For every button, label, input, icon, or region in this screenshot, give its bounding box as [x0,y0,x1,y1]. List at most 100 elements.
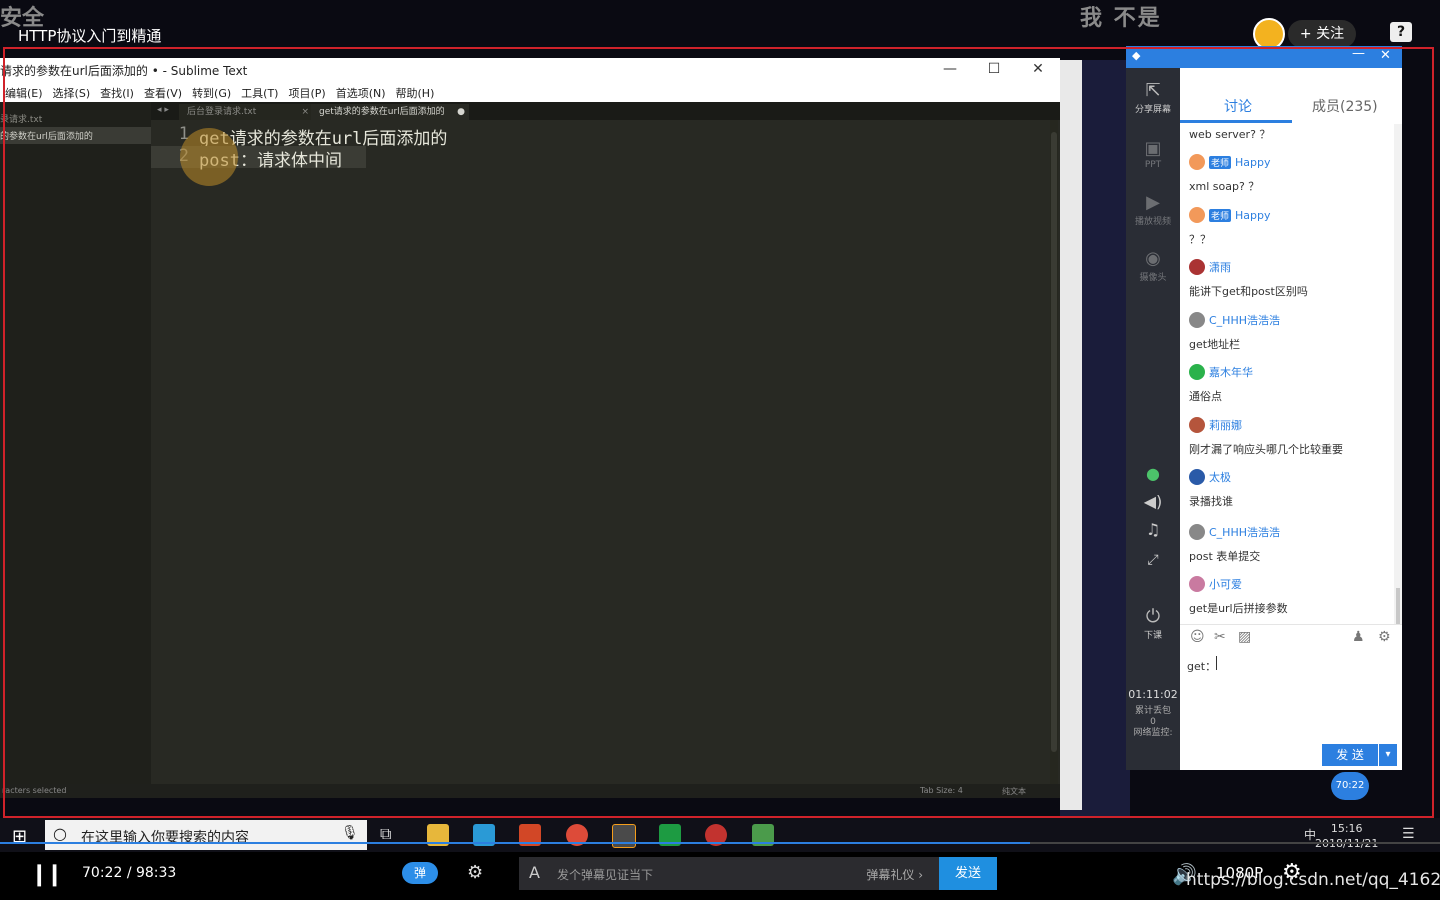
player-controls: ❙❙ 70:22 / 98:33 弹 ⚙ A 发个弹幕见证当下 弹幕礼仪 › 发… [0,852,1440,900]
share-screen-button[interactable]: ⇱ 分享屏幕 [1126,80,1180,115]
user-avatar[interactable] [1189,576,1205,592]
teacher-badge: 老师 [1209,208,1232,222]
user-settings-icon[interactable]: ♟ [1352,629,1365,645]
floating-timer[interactable]: 70:22 [1331,772,1369,800]
microphone-icon[interactable]: 🎙 [341,825,359,841]
tray-clock[interactable]: 15:16 2018/11/21 [1315,821,1378,851]
fullscreen-icon[interactable]: ⤢ [1126,552,1180,568]
tab-get-request[interactable]: get请求的参数在url后面添加的 ● [311,104,469,120]
tab-label: 后台登录请求.txt [187,107,257,117]
camera-button[interactable]: ◉ 摄像头 [1126,248,1180,283]
sublime-icon[interactable] [612,824,636,848]
chat-message: web server? ？ [1189,126,1270,142]
menu-project[interactable]: 项目(P) [283,82,330,102]
menu-goto[interactable]: 转到(G) [187,82,236,102]
user-avatar[interactable] [1189,259,1205,275]
message-user[interactable]: Happy [1235,209,1271,222]
pause-button[interactable]: ❙❙ [30,862,64,887]
chat-message: 小可爱 get是url后拼接参数 [1189,576,1288,616]
message-user[interactable]: Happy [1235,156,1271,169]
sidebar-file-selected[interactable]: 的参数在url后面添加的 [0,127,151,144]
source-watermark: https://blog.csdn.net/qq_41621890 [1186,870,1440,890]
tab-login-request[interactable]: 后台登录请求.txt × [179,104,313,120]
course-title: HTTP协议入门到精通 [18,27,162,45]
editor-scrollbar-thumb[interactable] [1051,132,1057,752]
user-avatar[interactable] [1189,364,1205,380]
message-user[interactable]: 太极 [1209,469,1231,485]
user-avatar[interactable] [1189,417,1205,433]
end-class-button[interactable]: ⏻ 下课 [1126,606,1180,641]
packet-loss-value: 0 [1150,717,1156,727]
menu-help[interactable]: 帮助(H) [391,82,440,102]
classroom-header[interactable]: ◆ ✕ — [1126,46,1402,68]
send-button[interactable]: 发 送 [1322,744,1378,766]
network-monitor-label: 网络监控: [1133,728,1173,738]
user-avatar[interactable] [1189,207,1205,223]
help-icon[interactable]: ? [1390,22,1412,42]
minimize-button[interactable]: — [928,58,972,82]
message-user[interactable]: 嘉木年华 [1209,364,1253,380]
image-icon[interactable]: ▨ [1238,629,1251,645]
message-user[interactable]: 莉丽娜 [1209,417,1242,433]
chat-message: 莉丽娜 刚才漏了响应头哪几个比较重要 [1189,417,1343,457]
scissors-icon[interactable]: ✂ [1214,629,1226,645]
user-avatar[interactable] [1189,154,1205,170]
gear-icon[interactable]: ⚙ [1378,629,1391,645]
sidebar-file[interactable]: 录请求.txt [0,110,151,127]
play-video-button[interactable]: ▶ 播放视频 [1126,192,1180,227]
menu-tools[interactable]: 工具(T) [236,82,283,102]
danmu-settings-icon[interactable]: ⚙ [467,862,483,883]
packet-loss-label: 累计丢包 [1134,706,1171,716]
panel-close-icon[interactable]: ✕ [1380,48,1391,63]
menu-preferences[interactable]: 首选项(N) [331,82,391,102]
message-text: xml soap? ？ [1189,180,1260,193]
message-user[interactable]: 潇雨 [1209,259,1231,275]
chat-scrollbar-thumb[interactable] [1396,588,1400,624]
user-avatar[interactable] [1189,312,1205,328]
user-avatar[interactable] [1189,524,1205,540]
tab-close-icon[interactable]: × [301,104,309,120]
code-editor[interactable]: 1 get请求的参数在url后面添加的 2 post：请求体中间 [151,120,1051,784]
danmu-etiquette-link[interactable]: 弹幕礼仪 › [866,866,923,883]
send-options-button[interactable]: ▾ [1379,744,1397,766]
danmu-toggle[interactable]: 弹 [402,862,438,884]
text-style-icon[interactable]: A [529,863,540,882]
music-icon[interactable]: ♫ [1126,520,1180,539]
speaker-icon[interactable]: ◀) [1126,492,1180,511]
menu-edit[interactable]: 编辑(E) [0,82,48,102]
chat-message: 老师 Happy ？？ [1189,207,1271,247]
tab-dirty-icon[interactable]: ● [457,104,465,120]
maximize-button[interactable]: ☐ [972,58,1016,82]
pin-icon[interactable]: ◆ [1132,49,1140,62]
close-button[interactable]: ✕ [1016,58,1060,82]
chat-scrollbar[interactable] [1394,124,1402,624]
message-user[interactable]: 小可爱 [1209,576,1242,592]
chat-message: 太极 录播找谁 [1189,469,1233,509]
mic-icon[interactable]: ● [1126,464,1180,483]
tab-bar: ◂ ▸ 后台登录请求.txt × get请求的参数在url后面添加的 ● [151,102,1060,120]
follow-button[interactable]: + 关注 [1288,20,1356,48]
emoji-icon[interactable]: ☺ [1190,629,1205,645]
danmu-input[interactable]: A 发个弹幕见证当下 弹幕礼仪 › [519,857,939,890]
chat-input[interactable]: get： [1180,650,1402,750]
menu-find[interactable]: 查找(I) [95,82,139,102]
message-text: ？？ [1189,233,1211,246]
panel-minimize-icon[interactable]: — [1352,46,1365,61]
user-avatar[interactable] [1189,469,1205,485]
menu-select[interactable]: 选择(S) [48,82,96,102]
taskbar-search-input[interactable]: ○ 在这里输入你要搜索的内容 🎙 [45,820,367,850]
notification-icon[interactable]: ☰ [1402,826,1415,842]
windows-taskbar: ⊞ ○ 在这里输入你要搜索的内容 🎙 ⧉ 中 15:16 2018/11/21 … [0,818,1440,852]
ppt-button[interactable]: ▣ PPT [1126,138,1180,170]
tab-discussion[interactable]: 讨论 [1224,96,1252,116]
message-user[interactable]: C_HHH浩浩浩 [1209,524,1280,540]
danmu-send-button[interactable]: 发送 [939,857,997,890]
window-title: 请求的参数在url后面添加的 • - Sublime Text [0,64,248,78]
status-tab-size[interactable]: Tab Size: 4 [920,786,963,795]
menu-view[interactable]: 查看(V) [139,82,187,102]
status-syntax[interactable]: 纯文本 [1002,786,1026,797]
message-user[interactable]: C_HHH浩浩浩 [1209,312,1280,328]
tab-nav-arrows[interactable]: ◂ ▸ [157,105,169,115]
tab-members[interactable]: 成员(235) [1312,96,1378,116]
sublime-titlebar[interactable]: 请求的参数在url后面添加的 • - Sublime Text — ☐ ✕ [0,58,1060,82]
